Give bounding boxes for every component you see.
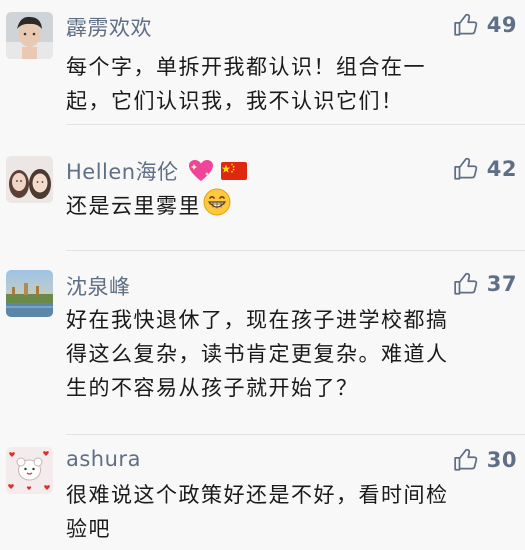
comment-line: 还是云里雾里: [66, 188, 516, 226]
comment-line: 每个字，单拆开我都认识！组合在一: [66, 55, 426, 79]
comment-item: 沈泉峰 37 好在我快退休了，现在孩子进学校都搞 得这么复杂，读书肯定更复杂。难…: [0, 251, 525, 435]
china-flag-icon: [220, 161, 247, 185]
avatar[interactable]: [6, 12, 53, 59]
comment-text: 很难说这个政策好还是不好，看时间检 验吧: [66, 478, 516, 546]
comment-list: 霹雳欢欢 49 每个字，单拆开我都认识！组合在一 起，它们认识我，我不认识它们！: [0, 0, 525, 550]
like-button[interactable]: 37: [453, 271, 517, 297]
thumbs-up-icon: [454, 448, 478, 471]
comment-line: 好在我快退休了，现在孩子进学校都搞: [66, 308, 449, 332]
grinning-face-icon: [203, 188, 231, 226]
comment-item: ashura 30 很难说这个政策好还是不好，看时间检 验吧: [0, 434, 525, 550]
username[interactable]: ashura: [66, 447, 141, 471]
comment-line: 生的不容易从孩子就开始了？: [66, 376, 359, 400]
sparkling-heart-icon: [188, 159, 214, 188]
thumbs-up-icon: [454, 272, 478, 295]
thumbs-up-icon: [454, 13, 478, 36]
comment-text: 还是云里雾里: [66, 188, 516, 226]
like-button[interactable]: 42: [453, 156, 517, 182]
comment-line: 很难说这个政策好还是不好，看时间检: [66, 483, 449, 507]
like-count: 42: [486, 157, 517, 181]
comment-line: 得这么复杂，读书肯定更复杂。难道人: [66, 342, 449, 366]
avatar[interactable]: [6, 270, 53, 317]
like-button[interactable]: 30: [453, 447, 517, 473]
username[interactable]: Hellen海伦: [66, 160, 179, 184]
comment-text: 好在我快退休了，现在孩子进学校都搞 得这么复杂，读书肯定更复杂。难道人 生的不容…: [66, 303, 516, 405]
avatar[interactable]: [6, 156, 53, 203]
comment-text: 每个字，单拆开我都认识！组合在一 起，它们认识我，我不认识它们！: [66, 50, 516, 118]
username[interactable]: 沈泉峰: [66, 271, 131, 301]
comment-line: 验吧: [66, 517, 111, 541]
like-count: 49: [486, 13, 517, 37]
like-count: 30: [486, 448, 517, 472]
username[interactable]: 霹雳欢欢: [66, 12, 152, 42]
thumbs-up-icon: [454, 157, 478, 180]
avatar[interactable]: [6, 447, 53, 494]
comment-item: 霹雳欢欢 49 每个字，单拆开我都认识！组合在一 起，它们认识我，我不认识它们！: [0, 0, 525, 125]
username-row: Hellen海伦: [66, 156, 247, 188]
comment-line: 起，它们认识我，我不认识它们！: [66, 89, 404, 113]
like-button[interactable]: 49: [453, 12, 517, 38]
comment-item: Hellen海伦 42 还是云里雾里: [0, 125, 525, 251]
like-count: 37: [486, 272, 517, 296]
